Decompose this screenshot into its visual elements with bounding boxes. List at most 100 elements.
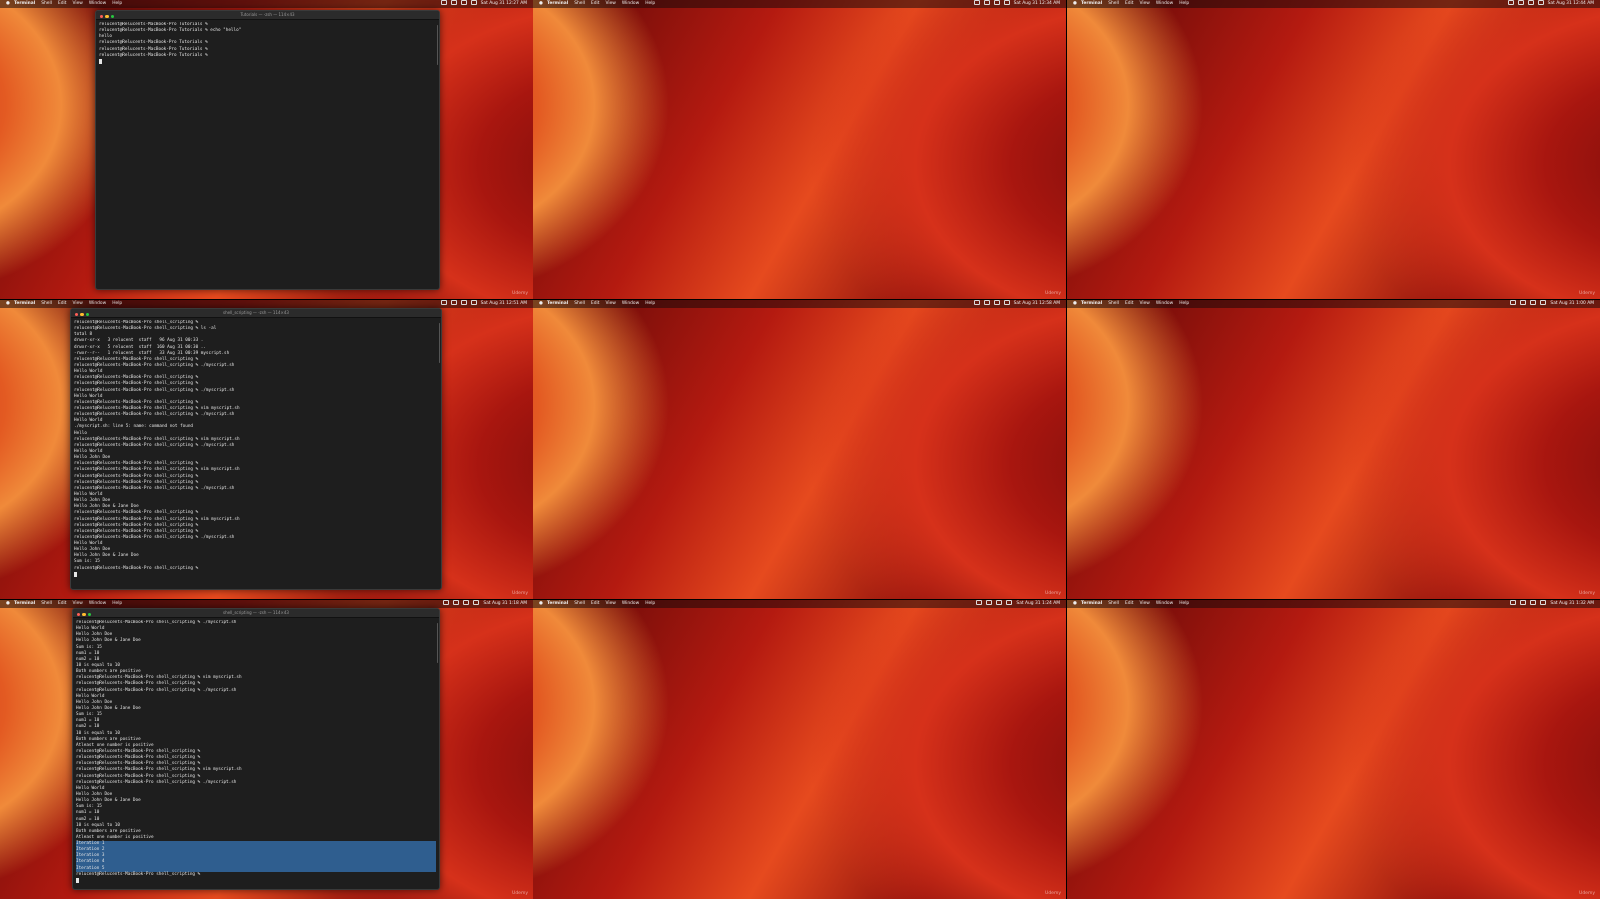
close-button[interactable] [75,312,79,316]
menu-item-edit[interactable]: Edit [591,601,600,606]
menu-item-window[interactable]: Window [622,301,639,306]
search-icon[interactable] [1530,300,1537,305]
menu-item-shell[interactable]: Shell [1108,301,1119,306]
battery-icon[interactable] [450,300,457,305]
menu-item-shell[interactable]: Shell [574,601,585,606]
wifi-icon[interactable] [1510,300,1517,305]
menu-item-view[interactable]: View [1139,601,1149,606]
scrollbar[interactable] [436,25,438,65]
menu-item-terminal[interactable]: Terminal [547,301,568,306]
apple-logo-icon[interactable]: ● [6,600,10,608]
menu-item-terminal[interactable]: Terminal [14,1,35,6]
menu-item-window[interactable]: Window [622,601,639,606]
apple-logo-icon[interactable]: ● [539,300,543,308]
control-center-icon[interactable] [1003,300,1010,305]
menu-item-edit[interactable]: Edit [58,1,67,6]
menu-item-shell[interactable]: Shell [41,1,52,6]
apple-logo-icon[interactable]: ● [1073,600,1077,608]
search-icon[interactable] [1530,600,1537,605]
search-icon[interactable] [993,0,1000,5]
control-center-icon[interactable] [1537,0,1544,5]
search-icon[interactable] [460,0,467,5]
apple-logo-icon[interactable]: ● [6,0,10,8]
menu-item-help[interactable]: Help [645,1,655,6]
menu-item-edit[interactable]: Edit [58,301,67,306]
terminal-window[interactable]: shell_scripting — -zsh — 114×43 relucent@… [72,608,440,890]
search-icon[interactable] [460,300,467,305]
minimize-button[interactable] [82,612,86,616]
battery-icon[interactable] [983,0,990,5]
menu-item-window[interactable]: Window [1156,601,1173,606]
zoom-button[interactable] [85,312,90,316]
menu-item-help[interactable]: Help [112,1,122,6]
menu-item-window[interactable]: Window [89,1,106,6]
wifi-icon[interactable] [976,600,983,605]
menu-item-window[interactable]: Window [1156,301,1173,306]
control-center-icon[interactable] [1003,0,1010,5]
battery-icon[interactable] [983,300,990,305]
menu-item-shell[interactable]: Shell [41,601,52,606]
menu-item-window[interactable]: Window [89,601,106,606]
menu-item-edit[interactable]: Edit [58,601,67,606]
terminal-window[interactable]: Tutorials — -zsh — 114×43 relucent@Reluce… [95,10,440,290]
wifi-icon[interactable] [1507,0,1514,5]
terminal-output[interactable]: relucent@Relucents-MacBook-Pro Tutorials… [99,22,436,287]
menu-item-edit[interactable]: Edit [1125,301,1134,306]
scrollbar[interactable] [436,623,438,663]
menu-item-help[interactable]: Help [1179,301,1189,306]
minimize-button[interactable] [105,14,109,18]
menu-item-terminal[interactable]: Terminal [547,1,568,6]
menu-item-shell[interactable]: Shell [1108,1,1119,6]
control-center-icon[interactable] [1006,600,1013,605]
control-center-icon[interactable] [470,300,477,305]
menu-item-help[interactable]: Help [1179,1,1189,6]
menu-item-terminal[interactable]: Terminal [1081,301,1102,306]
menu-item-shell[interactable]: Shell [41,301,52,306]
menu-item-view[interactable]: View [1139,301,1149,306]
menu-item-edit[interactable]: Edit [1125,1,1134,6]
menu-item-terminal[interactable]: Terminal [547,601,568,606]
menu-item-window[interactable]: Window [89,301,106,306]
zoom-button[interactable] [110,14,115,18]
scrollbar[interactable] [438,323,440,363]
menu-item-help[interactable]: Help [112,301,122,306]
menu-item-view[interactable]: View [605,1,615,6]
control-center-icon[interactable] [473,600,480,605]
menu-item-help[interactable]: Help [112,601,122,606]
wifi-icon[interactable] [973,0,980,5]
battery-icon[interactable] [1520,300,1527,305]
menu-item-edit[interactable]: Edit [591,1,600,6]
menu-item-terminal[interactable]: Terminal [1081,601,1102,606]
search-icon[interactable] [996,600,1003,605]
menu-item-terminal[interactable]: Terminal [14,601,35,606]
menu-item-window[interactable]: Window [1156,1,1173,6]
menu-item-terminal[interactable]: Terminal [14,301,35,306]
wifi-icon[interactable] [443,600,450,605]
menu-item-shell[interactable]: Shell [1108,601,1119,606]
menu-item-terminal[interactable]: Terminal [1081,1,1102,6]
close-button[interactable] [100,14,104,18]
apple-logo-icon[interactable]: ● [6,300,10,308]
battery-icon[interactable] [1520,600,1527,605]
battery-icon[interactable] [450,0,457,5]
apple-logo-icon[interactable]: ● [1073,0,1077,8]
menu-item-help[interactable]: Help [1179,601,1189,606]
battery-icon[interactable] [1517,0,1524,5]
menu-item-shell[interactable]: Shell [574,1,585,6]
control-center-icon[interactable] [1540,600,1547,605]
menu-item-shell[interactable]: Shell [574,301,585,306]
minimize-button[interactable] [80,312,84,316]
menu-item-view[interactable]: View [72,301,82,306]
battery-icon[interactable] [986,600,993,605]
wifi-icon[interactable] [973,300,980,305]
wifi-icon[interactable] [440,300,447,305]
search-icon[interactable] [463,600,470,605]
wifi-icon[interactable] [440,0,447,5]
terminal-output[interactable]: relucent@Relucents-MacBook-Pro shell_scr… [74,320,438,587]
menu-item-edit[interactable]: Edit [591,301,600,306]
close-button[interactable] [77,612,81,616]
menu-item-view[interactable]: View [605,301,615,306]
zoom-button[interactable] [87,612,92,616]
menu-item-view[interactable]: View [72,601,82,606]
apple-logo-icon[interactable]: ● [539,600,543,608]
